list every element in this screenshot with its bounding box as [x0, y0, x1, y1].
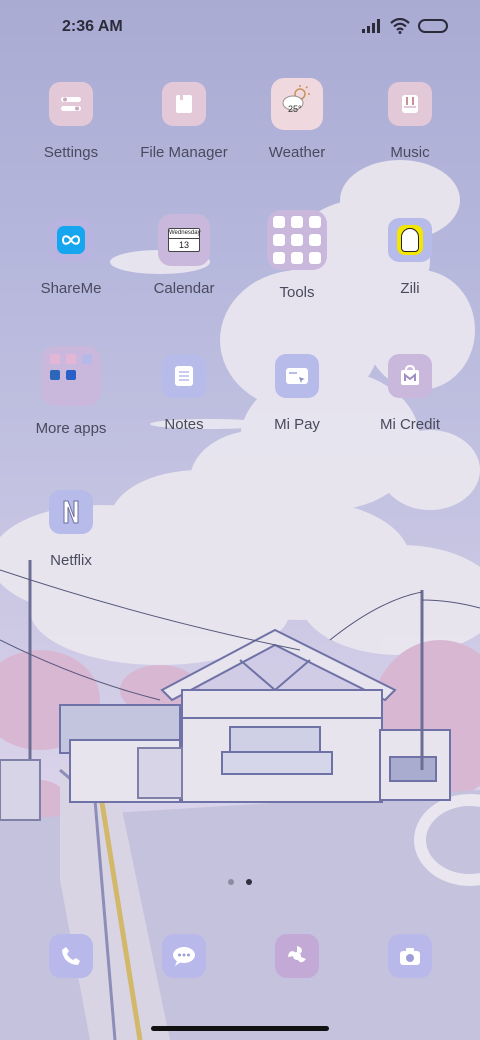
folder-tools[interactable]: Tools — [242, 210, 352, 301]
dock — [0, 934, 480, 978]
calendar-icon: Wednesday 13 — [158, 214, 210, 266]
mini-app-icon — [66, 354, 76, 364]
app-calendar[interactable]: Wednesday 13 Calendar — [129, 214, 239, 297]
app-label: File Manager — [140, 144, 228, 161]
app-label: Zili — [400, 280, 420, 297]
mi-pay-icon — [275, 354, 319, 398]
status-bar: 2:36 AM — [0, 0, 480, 56]
app-mi-pay[interactable]: Mi Pay — [242, 354, 352, 433]
status-time: 2:36 AM — [62, 18, 123, 35]
camera-icon — [388, 934, 432, 978]
app-zili[interactable]: Zili — [355, 218, 465, 297]
weather-temperature: 25° — [288, 104, 302, 114]
page-dot-1[interactable] — [228, 879, 234, 885]
status-icons — [362, 18, 450, 34]
dock-messages[interactable] — [129, 934, 239, 978]
messages-icon — [162, 934, 206, 978]
app-label: Tools — [279, 284, 315, 301]
folder-more-apps[interactable]: More apps — [16, 346, 126, 437]
mini-app-icon — [309, 252, 321, 264]
settings-icon — [49, 82, 93, 126]
app-settings[interactable]: Settings — [16, 82, 126, 161]
mini-app-icon — [273, 252, 285, 264]
music-icon — [388, 82, 432, 126]
dock-browser[interactable] — [242, 934, 352, 978]
browser-icon — [275, 934, 319, 978]
battery-icon — [418, 19, 448, 33]
tools-folder-icon — [267, 210, 327, 270]
cellular-signal-icon — [362, 19, 380, 33]
wifi-icon — [390, 18, 410, 34]
mini-app-icon — [291, 234, 303, 246]
mini-app-icon — [291, 252, 303, 264]
mini-app-icon — [66, 370, 76, 380]
mini-app-icon — [309, 216, 321, 228]
mini-app-icon — [309, 234, 321, 246]
app-label: Mi Credit — [379, 416, 440, 433]
dock-phone[interactable] — [16, 934, 126, 978]
app-label: ShareMe — [40, 280, 102, 297]
phone-icon — [49, 934, 93, 978]
app-music[interactable]: Music — [355, 82, 465, 161]
netflix-icon — [49, 490, 93, 534]
app-label: Netflix — [50, 552, 92, 569]
folder-icon — [162, 82, 206, 126]
app-label: Weather — [268, 144, 326, 161]
app-label: Calendar — [153, 280, 215, 297]
shareme-icon — [49, 218, 93, 262]
mini-app-icon — [291, 216, 303, 228]
calendar-date: 13 — [178, 240, 189, 250]
more-apps-folder-icon — [41, 346, 101, 406]
dock-camera[interactable] — [355, 934, 465, 978]
mini-app-icon — [273, 234, 285, 246]
app-netflix[interactable]: Netflix — [16, 490, 126, 569]
app-label: Mi Pay — [274, 416, 320, 433]
calendar-weekday: Wednesday — [169, 229, 201, 239]
weather-icon: 25° — [271, 78, 323, 130]
app-weather[interactable]: 25° Weather — [242, 78, 352, 161]
app-label: Music — [390, 144, 430, 161]
linkedin-mini-icon — [50, 370, 60, 380]
mi-credit-icon — [388, 354, 432, 398]
app-mi-credit[interactable]: Mi Credit — [355, 354, 465, 433]
app-label: More apps — [35, 420, 107, 437]
zili-icon — [388, 218, 432, 262]
home-indicator-bar[interactable] — [151, 1026, 329, 1031]
app-label: Settings — [43, 144, 99, 161]
app-label: Notes — [164, 416, 204, 433]
mini-app-icon — [273, 216, 285, 228]
page-indicator — [0, 879, 480, 885]
mini-app-icon — [50, 354, 60, 364]
app-file-manager[interactable]: File Manager — [129, 82, 239, 161]
mini-app-icon — [82, 354, 92, 364]
page-dot-2[interactable] — [246, 879, 252, 885]
app-notes[interactable]: Notes — [129, 354, 239, 433]
notes-icon — [162, 354, 206, 398]
app-shareme[interactable]: ShareMe — [16, 218, 126, 297]
